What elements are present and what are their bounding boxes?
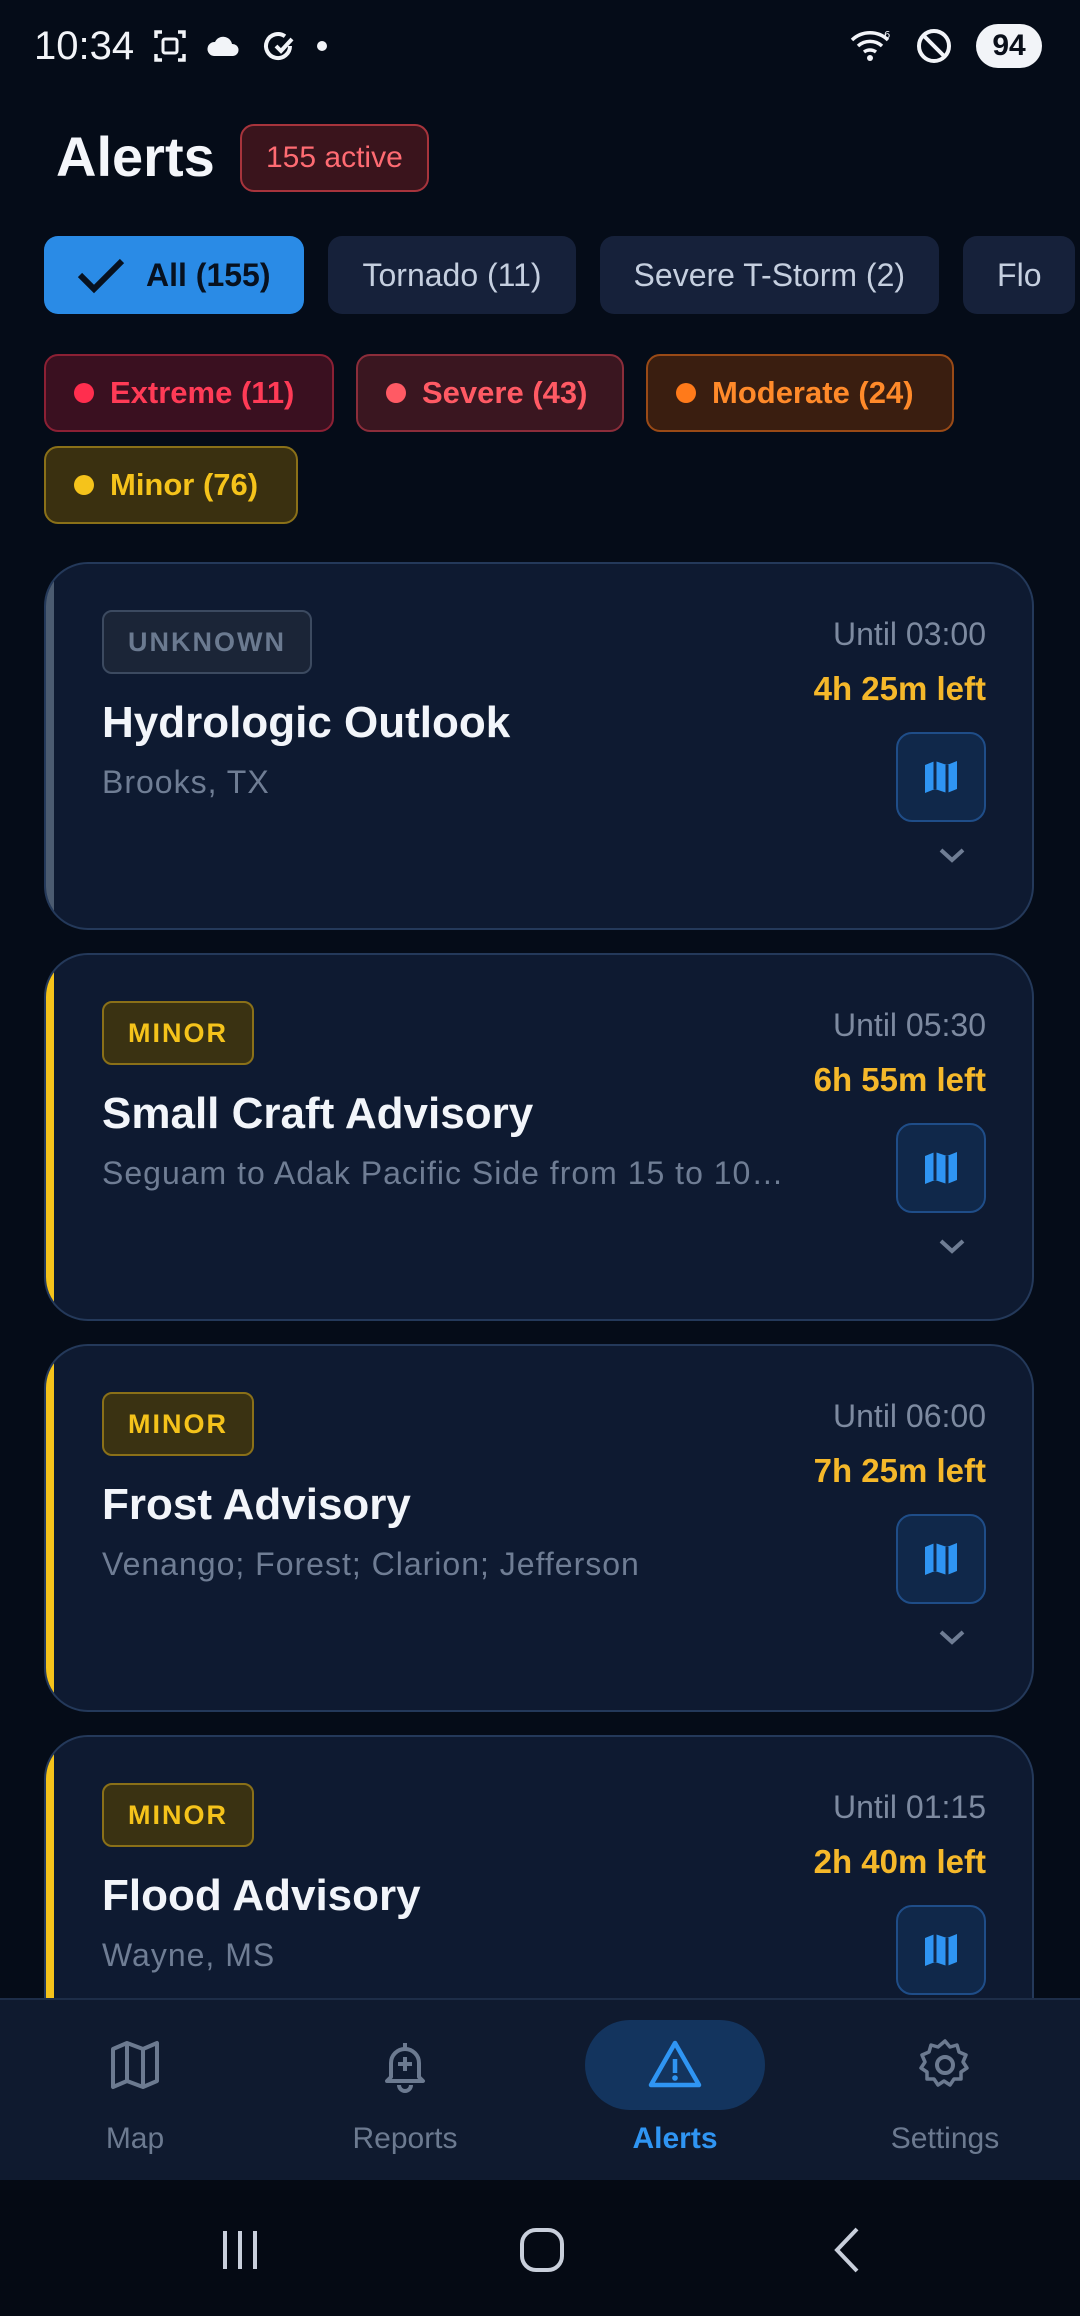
dot-icon [317, 41, 327, 51]
nav-label: Reports [352, 2122, 458, 2155]
severity-chip-moderate[interactable]: Moderate (24) [646, 354, 954, 432]
filter-chip-label: Tornado (11) [362, 256, 542, 293]
alert-title: Small Craft Advisory [102, 1089, 534, 1138]
check-icon [77, 258, 125, 294]
severity-dot [74, 383, 94, 403]
recent-apps-icon [223, 2231, 257, 2269]
severity-dot [74, 475, 94, 495]
nav-item-settings[interactable]: Settings [810, 2000, 1080, 2182]
filter-chip-label: Flo [997, 256, 1042, 293]
nav-item-alerts[interactable]: Alerts [540, 2000, 810, 2182]
type-filter-row[interactable]: All (155) Tornado (11) Severe T-Storm (2… [0, 230, 1080, 322]
expand-chevron[interactable] [932, 840, 972, 870]
chevron-down-icon [939, 848, 965, 863]
bottom-navigation: Map Reports Alerts Settings [0, 1998, 1080, 2180]
alert-title: Hydrologic Outlook [102, 698, 511, 747]
alert-area: Seguam to Adak Pacific Side from 15 to 1… [102, 1155, 792, 1191]
alert-until: Until 06:00 [833, 1398, 986, 1434]
home-button[interactable] [512, 2220, 572, 2280]
severity-chip-label: Severe (43) [422, 375, 588, 410]
nav-item-reports[interactable]: Reports [270, 2000, 540, 2182]
do-not-disturb-icon [917, 29, 951, 63]
alert-time-left: 7h 25m left [813, 1452, 986, 1489]
view-on-map-button[interactable] [896, 1123, 986, 1213]
severity-stripe [46, 1346, 54, 1710]
severity-badge: MINOR [102, 1001, 254, 1065]
alert-time-left: 6h 55m left [813, 1061, 986, 1098]
cloud-icon [207, 36, 239, 56]
alert-until: Until 03:00 [833, 616, 986, 652]
expand-chevron[interactable] [932, 1231, 972, 1261]
page-title: Alerts [56, 125, 215, 188]
alert-until: Until 01:15 [833, 1789, 986, 1825]
severity-dot [386, 383, 406, 403]
severity-dot [676, 383, 696, 403]
filter-chip-label: All (155) [146, 256, 271, 293]
nav-label: Settings [890, 2122, 1000, 2155]
alert-card[interactable]: MINOR Small Craft Advisory Seguam to Ada… [44, 953, 1034, 1321]
alert-card[interactable]: MINOR Frost Advisory Venango; Forest; Cl… [44, 1344, 1034, 1712]
view-on-map-button[interactable] [896, 732, 986, 822]
chevron-down-icon [939, 1239, 965, 1254]
severity-chip-label: Minor (76) [110, 467, 259, 502]
back-icon [834, 2227, 859, 2273]
severity-badge: UNKNOWN [102, 610, 312, 674]
battery-indicator: 94 [976, 24, 1042, 68]
severity-chip-extreme[interactable]: Extreme (11) [44, 354, 334, 432]
alert-area: Wayne, MS [102, 1937, 276, 1973]
severity-chip-minor[interactable]: Minor (76) [44, 446, 298, 524]
gear-icon [919, 2039, 969, 2087]
filter-chip-flood[interactable]: Flo [963, 236, 1076, 314]
home-icon [520, 2228, 564, 2272]
filter-chip-all[interactable]: All (155) [44, 236, 305, 314]
severity-chip-label: Moderate (24) [712, 375, 914, 410]
alert-time-left: 4h 25m left [813, 670, 986, 707]
chevron-down-icon [939, 1630, 965, 1645]
status-bar: 10:34 6 94 [0, 0, 1080, 96]
nav-label: Map [105, 2122, 165, 2155]
filter-chip-label: Severe T-Storm (2) [633, 256, 906, 293]
severity-chip-label: Extreme (11) [110, 375, 295, 410]
nav-item-map[interactable]: Map [0, 2000, 270, 2182]
map-icon [925, 761, 957, 793]
map-icon [925, 1152, 957, 1184]
screenshot-icon [154, 30, 186, 62]
map-icon [925, 1934, 957, 1966]
view-on-map-button[interactable] [896, 1905, 986, 1995]
severity-badge: MINOR [102, 1783, 254, 1847]
alert-area: Venango; Forest; Clarion; Jefferson [102, 1546, 640, 1582]
map-icon [111, 2041, 159, 2089]
view-on-map-button[interactable] [896, 1514, 986, 1604]
map-icon [925, 1543, 957, 1575]
status-time: 10:34 [34, 24, 135, 68]
sync-icon [264, 32, 294, 61]
alert-card[interactable]: UNKNOWN Hydrologic Outlook Brooks, TX Un… [44, 562, 1034, 930]
recent-apps-button[interactable] [210, 2220, 270, 2280]
warning-icon [648, 2040, 702, 2088]
severity-badge: MINOR [102, 1392, 254, 1456]
alert-time-left: 2h 40m left [813, 1843, 986, 1880]
expand-chevron[interactable] [932, 1622, 972, 1652]
system-navigation-bar [0, 2180, 1080, 2316]
severity-stripe [46, 564, 54, 928]
filter-chip-severe-tstorm[interactable]: Severe T-Storm (2) [599, 236, 940, 314]
filter-chip-tornado[interactable]: Tornado (11) [328, 236, 576, 314]
wifi-icon: 6 [850, 30, 890, 61]
bell-plus-icon [385, 2043, 425, 2093]
severity-stripe [46, 955, 54, 1319]
severity-chip-severe[interactable]: Severe (43) [356, 354, 624, 432]
alert-title: Flood Advisory [102, 1871, 421, 1920]
alert-until: Until 05:30 [833, 1007, 986, 1043]
alert-title: Frost Advisory [102, 1480, 411, 1529]
alert-area: Brooks, TX [102, 764, 270, 800]
back-button[interactable] [818, 2220, 878, 2280]
svg-text:6: 6 [884, 30, 890, 41]
nav-label: Alerts [632, 2122, 718, 2155]
active-count-badge: 155 active [240, 124, 429, 192]
